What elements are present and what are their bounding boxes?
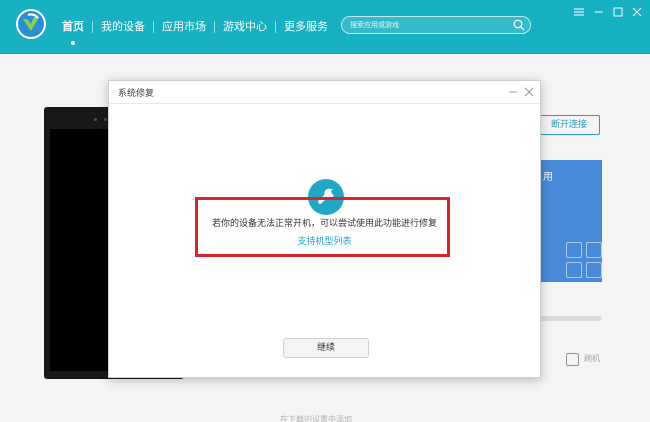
nav-app-market[interactable]: 应用市场 xyxy=(154,0,214,54)
nav-game-center-label: 游戏中心 xyxy=(223,20,267,33)
dialog-title: 系统修复 xyxy=(118,89,155,99)
search-box xyxy=(341,16,531,34)
nav-my-devices-label: 我的设备 xyxy=(101,20,145,33)
nav-my-devices[interactable]: 我的设备 xyxy=(93,0,153,54)
maximize-icon[interactable] xyxy=(611,5,625,19)
search-input[interactable] xyxy=(350,17,510,33)
dialog-header: 系统修复 xyxy=(109,81,540,104)
continue-button[interactable]: 继续 xyxy=(283,338,369,358)
menu-icon[interactable] xyxy=(572,5,586,19)
nav-home-label: 首页 xyxy=(62,20,84,33)
nav-home[interactable]: 首页 xyxy=(54,0,92,54)
active-indicator xyxy=(71,41,75,45)
app-logo-icon[interactable] xyxy=(16,9,46,39)
system-repair-dialog: 系统修复 若你的设备无法正常开机，可以尝试使用此功能进行修复 支持机型列表 继续 xyxy=(108,80,541,378)
close-icon[interactable] xyxy=(630,5,644,19)
repair-message: 若你的设备无法正常开机，可以尝试使用此功能进行修复 xyxy=(211,219,437,229)
nav-game-center[interactable]: 游戏中心 xyxy=(215,0,275,54)
close-icon[interactable] xyxy=(523,86,535,98)
search-icon[interactable] xyxy=(513,19,525,31)
top-bar: 首页 我的设备 应用市场 游戏中心 更多服务 xyxy=(0,0,650,54)
minimize-icon[interactable] xyxy=(507,86,519,98)
main-nav: 首页 我的设备 应用市场 游戏中心 更多服务 xyxy=(54,0,336,54)
nav-more-services-label: 更多服务 xyxy=(284,20,328,33)
nav-more-services[interactable]: 更多服务 xyxy=(276,0,336,54)
supported-models-link[interactable]: 支持机型列表 xyxy=(109,234,540,247)
nav-app-market-label: 应用市场 xyxy=(162,20,206,33)
minimize-icon[interactable] xyxy=(592,5,606,19)
